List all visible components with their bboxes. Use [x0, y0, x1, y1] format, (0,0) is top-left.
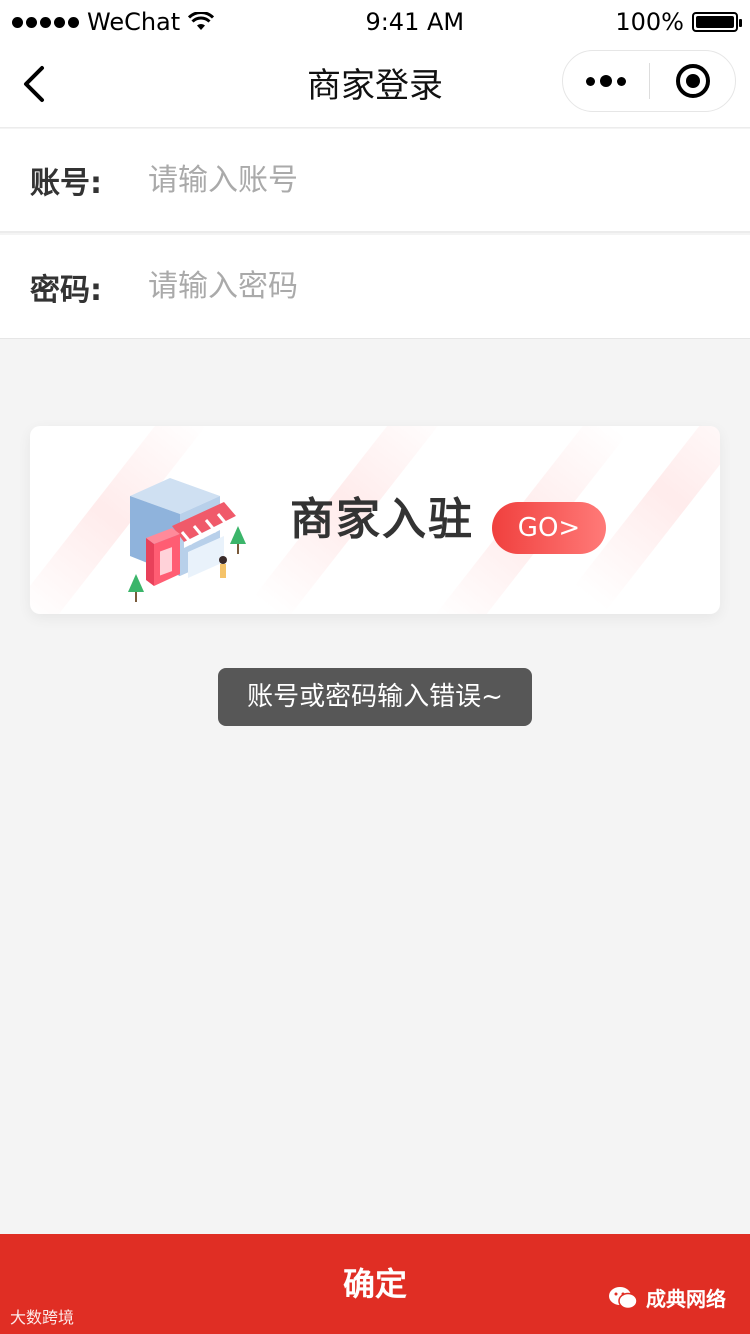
go-button[interactable]: GO>	[492, 502, 606, 554]
password-row: 密码:	[0, 235, 750, 339]
status-left: WeChat	[12, 8, 215, 36]
watermark-right-label: 成典网络	[646, 1287, 726, 1311]
miniprogram-capsule	[562, 50, 736, 112]
error-toast: 账号或密码输入错误~	[218, 668, 532, 726]
battery-icon	[692, 12, 742, 32]
confirm-label: 确定	[342, 1265, 407, 1303]
wechat-logo-icon	[609, 1286, 638, 1309]
navigation-bar: 商家登录	[0, 44, 750, 128]
banner-title: 商家入驻	[290, 494, 474, 545]
account-input[interactable]	[148, 162, 750, 198]
password-input[interactable]	[148, 269, 750, 304]
more-dots-icon	[586, 76, 595, 86]
account-row: 账号:	[0, 129, 750, 233]
account-label: 账号:	[30, 166, 102, 201]
storefront-illustration	[128, 478, 246, 602]
signal-icon	[12, 16, 79, 28]
watermark-right: 成典网络	[608, 1283, 726, 1312]
target-circle-icon	[675, 64, 710, 98]
password-label: 密码:	[30, 272, 102, 308]
status-bar: WeChat 9:41 AM 100%	[0, 0, 750, 44]
status-time: 9:41 AM	[365, 8, 465, 36]
close-miniprogram-button[interactable]	[650, 51, 735, 111]
status-right: 100%	[615, 8, 742, 36]
battery-percent: 100%	[615, 8, 684, 36]
wifi-icon	[188, 12, 215, 30]
merchant-signup-banner[interactable]: 商家入驻 GO>	[30, 426, 720, 614]
more-button[interactable]	[563, 51, 649, 111]
watermark-left: 大数跨境	[10, 1308, 75, 1327]
carrier-label: WeChat	[87, 8, 181, 36]
